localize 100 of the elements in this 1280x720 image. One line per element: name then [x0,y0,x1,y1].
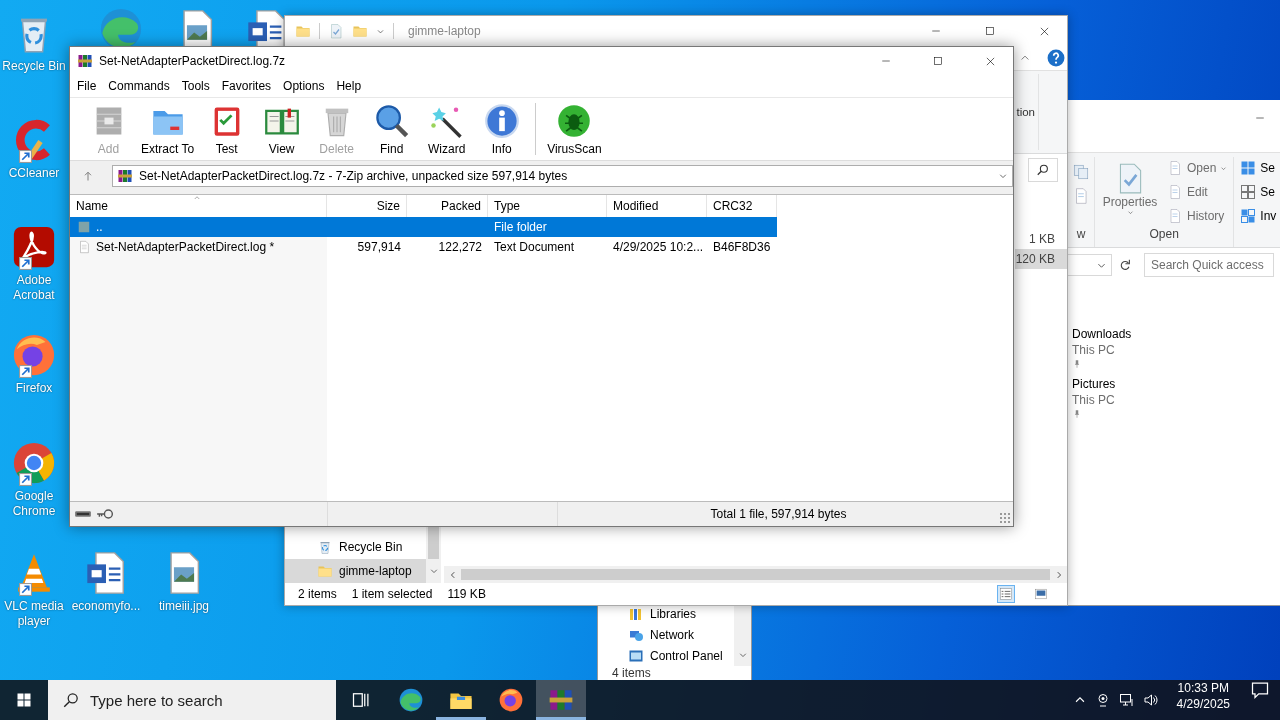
search-field[interactable]: Search Quick access [1144,253,1274,277]
virus-scan-button[interactable]: VirusScan [542,100,607,158]
menu-item[interactable]: Help [330,76,368,96]
up-arrow-icon [82,169,94,182]
archive-icon [77,53,93,69]
status-text: 4 items [611,666,652,680]
nav-item[interactable]: gimme-laptop [285,559,426,583]
group-label: w [1075,227,1087,243]
thumbnail-view-icon [1034,587,1048,601]
scroll-down-icon [428,566,439,576]
table-cell-text: 122,272 [437,239,483,256]
grid-icon [1240,160,1257,176]
view-button[interactable] [997,585,1015,603]
table-cell-text: 4/29/2025 10:2... [612,239,705,256]
browser-icon [398,687,424,713]
search-box[interactable]: Type here to search [48,680,336,720]
test-button[interactable]: Test [199,100,255,158]
pdf-icon [11,224,57,270]
table-row[interactable]: Set-NetAdapterPacketDirect.log * 597,914 122,272 Text Document 4/29/2025 10:2... B46F8D36 [70,237,777,257]
file-row[interactable]: 1 KB [1015,229,1067,249]
status-text: 2 items [298,587,337,601]
up-folder-button[interactable] [82,169,94,182]
find-button[interactable]: Find [364,100,420,158]
browser-icon [11,440,57,486]
help-icon [1047,49,1065,67]
details-view-icon [999,587,1013,601]
grid-icon [1240,184,1257,200]
grid-icon [1240,208,1257,224]
document-icon [1167,208,1183,224]
speech-bubble-icon [1250,680,1270,700]
info-button[interactable]: Info [474,100,530,158]
copy-icon [1072,163,1090,181]
folder-icon [77,220,91,234]
nav-item[interactable]: Network [598,624,694,645]
wizard-button[interactable]: Wizard [419,100,475,158]
windows-logo-icon [16,692,32,708]
search-field[interactable]: Type here to search [90,691,320,709]
clock[interactable]: 10:33 PM 4/29/2025 [1166,680,1240,720]
dropdown-caret-icon [1126,209,1134,216]
shortcut-arrow-icon [19,150,32,163]
document-icon [77,240,91,254]
menu-item[interactable]: File [71,76,103,96]
status-text: 119 KB [447,587,486,601]
refresh-icon [1118,258,1132,272]
network-icon [1118,692,1135,708]
status-text: Total 1 file, 597,914 bytes [709,507,848,521]
extract-button[interactable]: Extract To [136,100,200,158]
horizontal-scrollbar[interactable] [444,566,1067,583]
ribbon-label: tion [1016,106,1036,118]
archive-icon [117,167,133,184]
menu-item[interactable]: Favorites [215,76,278,96]
info-icon [482,102,521,139]
view-button[interactable]: View [254,100,310,158]
clock-time: 10:33 PM [1177,680,1229,696]
shortcut-arrow-icon [19,257,32,270]
table-cell-text: 597,914 [356,239,402,256]
ribbon-button[interactable]: Se [1238,157,1279,179]
menu-item[interactable]: Options [277,76,331,96]
search-icon [62,691,80,709]
item-location: This PC [1072,393,1116,407]
window-title: Set-NetAdapterPacketDirect.log.7z [99,54,286,68]
nav-item[interactable]: Recycle Bin [285,535,426,559]
table-row[interactable]: .. File folder [70,217,777,237]
file-row[interactable]: 120 KB [1015,249,1067,269]
document-icon [1167,160,1183,176]
menu-item[interactable]: Commands [102,76,176,96]
search-icon [1036,163,1050,177]
table-cell-text: B46F8D36 [712,239,772,256]
properties-icon [328,23,344,39]
item-name: Downloads [1072,327,1133,341]
task-view-icon [351,690,371,710]
search-button[interactable] [1028,158,1058,182]
browser-icon [11,332,57,378]
quick-access-item[interactable]: Downloads This PC [1072,327,1280,369]
document-icon [1167,184,1183,200]
table-cell-text: Text Document [493,239,576,256]
group-label: Open [1148,227,1180,243]
item-location: This PC [1072,343,1116,357]
nav-item[interactable]: Libraries [598,603,697,624]
recycle-bin-icon [317,539,333,555]
vertical-scrollbar[interactable] [426,527,441,583]
quick-access-item[interactable]: Pictures This PC [1072,377,1280,419]
file-name: Set-NetAdapterPacketDirect.log * [95,239,276,256]
nav-item[interactable]: Control Panel [598,645,723,666]
maximize-icon [984,25,996,37]
window-title: gimme-laptop [408,24,481,38]
ribbon-button[interactable]: Inv [1238,205,1279,227]
speaker-icon [1142,692,1159,708]
menu-item[interactable]: Tools [175,76,216,96]
ribbon-button[interactable]: Se [1238,181,1279,203]
scroll-down-icon [737,650,748,660]
resize-grip[interactable] [999,512,1011,524]
path-field[interactable]: Set-NetAdapterPacketDirect.log.7z - 7-Zip archive, unpacked size 597,914 bytes [112,164,1013,187]
item-name: Pictures [1072,377,1117,391]
file-name: .. [95,219,104,236]
help-button[interactable] [1047,49,1065,67]
table-cell-text: File folder [493,219,548,236]
archive-icon [548,687,574,713]
status-text: 1 item selected [351,587,433,601]
browser-icon [498,687,524,713]
